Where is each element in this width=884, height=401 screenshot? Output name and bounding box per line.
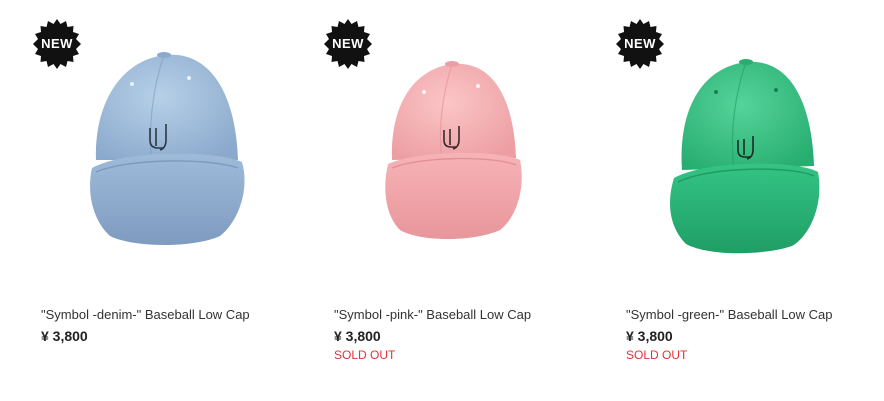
product-card[interactable]: NEW "Symbol -denim-" Baseball Low Cap ¥ …: [0, 0, 300, 401]
badge-label: NEW: [41, 36, 73, 51]
product-price: ¥ 3,800: [41, 328, 88, 344]
product-card[interactable]: NEW "Symbol -pink-" Baseball Low Cap ¥ 3…: [294, 0, 586, 401]
product-title-link[interactable]: "Symbol -green-" Baseball Low Cap: [626, 307, 833, 322]
product-title-link[interactable]: "Symbol -denim-" Baseball Low Cap: [41, 307, 250, 322]
sold-out-label: SOLD OUT: [334, 348, 396, 362]
product-price: ¥ 3,800: [626, 328, 673, 344]
product-price: ¥ 3,800: [334, 328, 381, 344]
badge-label: NEW: [624, 36, 656, 51]
new-badge: NEW: [31, 18, 83, 70]
sold-out-label: SOLD OUT: [626, 348, 688, 362]
product-title-link[interactable]: "Symbol -pink-" Baseball Low Cap: [334, 307, 531, 322]
product-grid: NEW "Symbol -denim-" Baseball Low Cap ¥ …: [0, 0, 884, 401]
product-card[interactable]: NEW "Symbol -green-" Baseball Low Cap ¥ …: [586, 0, 878, 401]
badge-label: NEW: [332, 36, 364, 51]
new-badge: NEW: [614, 18, 666, 70]
new-badge: NEW: [322, 18, 374, 70]
